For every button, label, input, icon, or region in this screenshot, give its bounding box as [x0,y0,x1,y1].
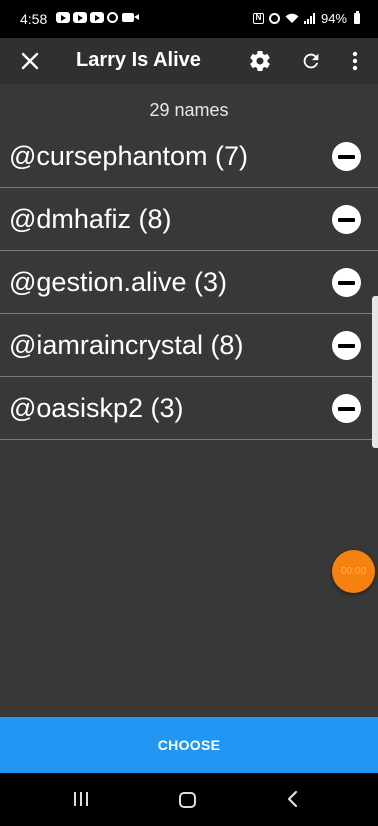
name-label: @dmhafiz (8) [9,204,172,234]
alarm-icon [107,12,118,23]
app-bar: Larry Is Alive [0,38,378,84]
refresh-button[interactable] [291,41,331,81]
choose-label: CHOOSE [157,737,221,753]
name-list: @cursephantom (7) @dmhafiz (8) @gestion.… [0,125,378,440]
timer-label: 00:00 [340,566,367,577]
name-label: @cursephantom (7) [9,141,249,171]
back-icon [287,790,298,808]
remove-name-button[interactable] [332,331,361,360]
close-icon [21,52,39,70]
choose-button[interactable]: CHOOSE [0,717,378,773]
youtube-icon [90,12,104,23]
remove-name-button[interactable] [332,394,361,423]
remove-name-button[interactable] [332,205,361,234]
remove-name-button[interactable] [332,142,361,171]
scroll-handle[interactable] [372,296,378,448]
list-item: @oasiskp2 (3) [0,377,378,440]
battery-icon [354,11,360,24]
youtube-icon [73,12,87,23]
wifi-icon [285,13,299,23]
name-label: @iamraincrystal (8) [9,330,244,360]
recent-apps-button[interactable] [66,782,100,816]
settings-button[interactable] [240,41,280,81]
remove-name-button[interactable] [332,268,361,297]
close-button[interactable] [10,41,50,81]
battery-percent: 94% [320,11,347,26]
status-time: 4:58 [20,11,48,27]
list-item: @iamraincrystal (8) [0,314,378,377]
more-vert-icon [352,51,358,71]
recent-apps-icon [74,792,76,806]
app-screen: 4:58 N 94% Larry Is Alive 29 names @curs… [0,0,378,826]
gear-icon [250,51,270,72]
more-options-button[interactable] [335,41,375,81]
nfc-icon: N [252,13,264,24]
back-button[interactable] [276,782,310,816]
list-item: @gestion.alive (3) [0,251,378,314]
list-item: @dmhafiz (8) [0,188,378,251]
signal-icon [303,13,316,24]
notification-icons [56,12,139,23]
name-label: @gestion.alive (3) [9,267,228,297]
youtube-icon [56,12,70,23]
home-button[interactable] [170,782,204,816]
name-label: @oasiskp2 (3) [9,393,184,423]
video-camera-icon [122,13,139,22]
refresh-icon [303,53,319,69]
timer-button[interactable]: 00:00 [332,550,375,593]
status-bar: 4:58 N 94% [0,0,378,38]
page-title: Larry Is Alive [76,49,201,71]
alarm-icon [268,13,280,24]
navigation-bar [0,773,378,826]
status-right-icons: N 94% [252,11,360,26]
names-count: 29 names [149,100,229,120]
list-item: @cursephantom (7) [0,125,378,188]
